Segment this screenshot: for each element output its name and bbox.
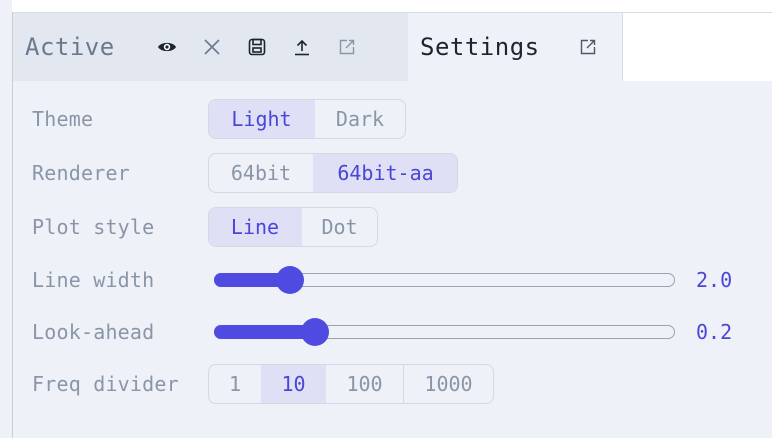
line-width-value: 2.0 bbox=[696, 268, 733, 292]
tab-active-toolbar bbox=[157, 37, 382, 57]
plot-style-label: Plot style bbox=[32, 215, 155, 239]
look-ahead-slider-thumb[interactable] bbox=[301, 318, 329, 346]
external-link-icon[interactable] bbox=[578, 37, 598, 57]
freq-divider-option-1000[interactable]: 1000 bbox=[403, 365, 493, 403]
line-width-slider-thumb[interactable] bbox=[276, 266, 304, 294]
renderer-option-64bit[interactable]: 64bit bbox=[209, 154, 313, 192]
line-width-label: Line width bbox=[32, 268, 155, 292]
renderer-label: Renderer bbox=[32, 161, 130, 185]
plot-style-selector: Line Dot bbox=[208, 207, 378, 247]
freq-divider-option-1[interactable]: 1 bbox=[209, 365, 261, 403]
tab-active[interactable]: Active bbox=[13, 13, 408, 81]
plot-style-option-dot[interactable]: Dot bbox=[301, 208, 377, 246]
theme-option-light[interactable]: Light bbox=[209, 100, 314, 138]
renderer-selector: 64bit 64bit-aa bbox=[208, 153, 458, 193]
tab-bar: Active Settings bbox=[13, 13, 772, 81]
theme-selector: Light Dark bbox=[208, 99, 406, 139]
external-link-icon[interactable] bbox=[337, 37, 357, 57]
theme-label: Theme bbox=[32, 107, 94, 131]
look-ahead-label: Look-ahead bbox=[32, 320, 155, 344]
tab-settings-label: Settings bbox=[420, 33, 540, 61]
freq-divider-option-10[interactable]: 10 bbox=[261, 365, 325, 403]
plot-style-option-line[interactable]: Line bbox=[209, 208, 301, 246]
upload-icon[interactable] bbox=[292, 37, 312, 57]
theme-option-dark[interactable]: Dark bbox=[314, 100, 405, 138]
look-ahead-row: Look-ahead 0.2 bbox=[13, 311, 772, 353]
tab-settings[interactable]: Settings bbox=[408, 13, 623, 81]
line-width-row: Line width 2.0 bbox=[13, 259, 772, 301]
plot-style-row: Plot style Line Dot bbox=[13, 206, 772, 248]
settings-window: Active Settings Theme Light Dark Rendere… bbox=[0, 0, 772, 438]
look-ahead-slider[interactable] bbox=[214, 315, 675, 349]
freq-divider-option-100[interactable]: 100 bbox=[325, 365, 403, 403]
line-width-slider[interactable] bbox=[214, 263, 675, 297]
save-icon[interactable] bbox=[247, 37, 267, 57]
eye-icon[interactable] bbox=[157, 37, 177, 57]
freq-divider-label: Freq divider bbox=[32, 372, 179, 396]
theme-row: Theme Light Dark bbox=[13, 98, 772, 140]
top-strip bbox=[12, 0, 772, 13]
renderer-row: Renderer 64bit 64bit-aa bbox=[13, 152, 772, 194]
look-ahead-slider-fill bbox=[214, 325, 315, 339]
renderer-option-64bit-aa[interactable]: 64bit-aa bbox=[313, 154, 457, 192]
close-icon[interactable] bbox=[202, 37, 222, 57]
look-ahead-value: 0.2 bbox=[696, 320, 733, 344]
freq-divider-row: Freq divider 1 10 100 1000 bbox=[13, 363, 772, 405]
freq-divider-selector: 1 10 100 1000 bbox=[208, 364, 494, 404]
tab-active-label: Active bbox=[25, 33, 115, 61]
